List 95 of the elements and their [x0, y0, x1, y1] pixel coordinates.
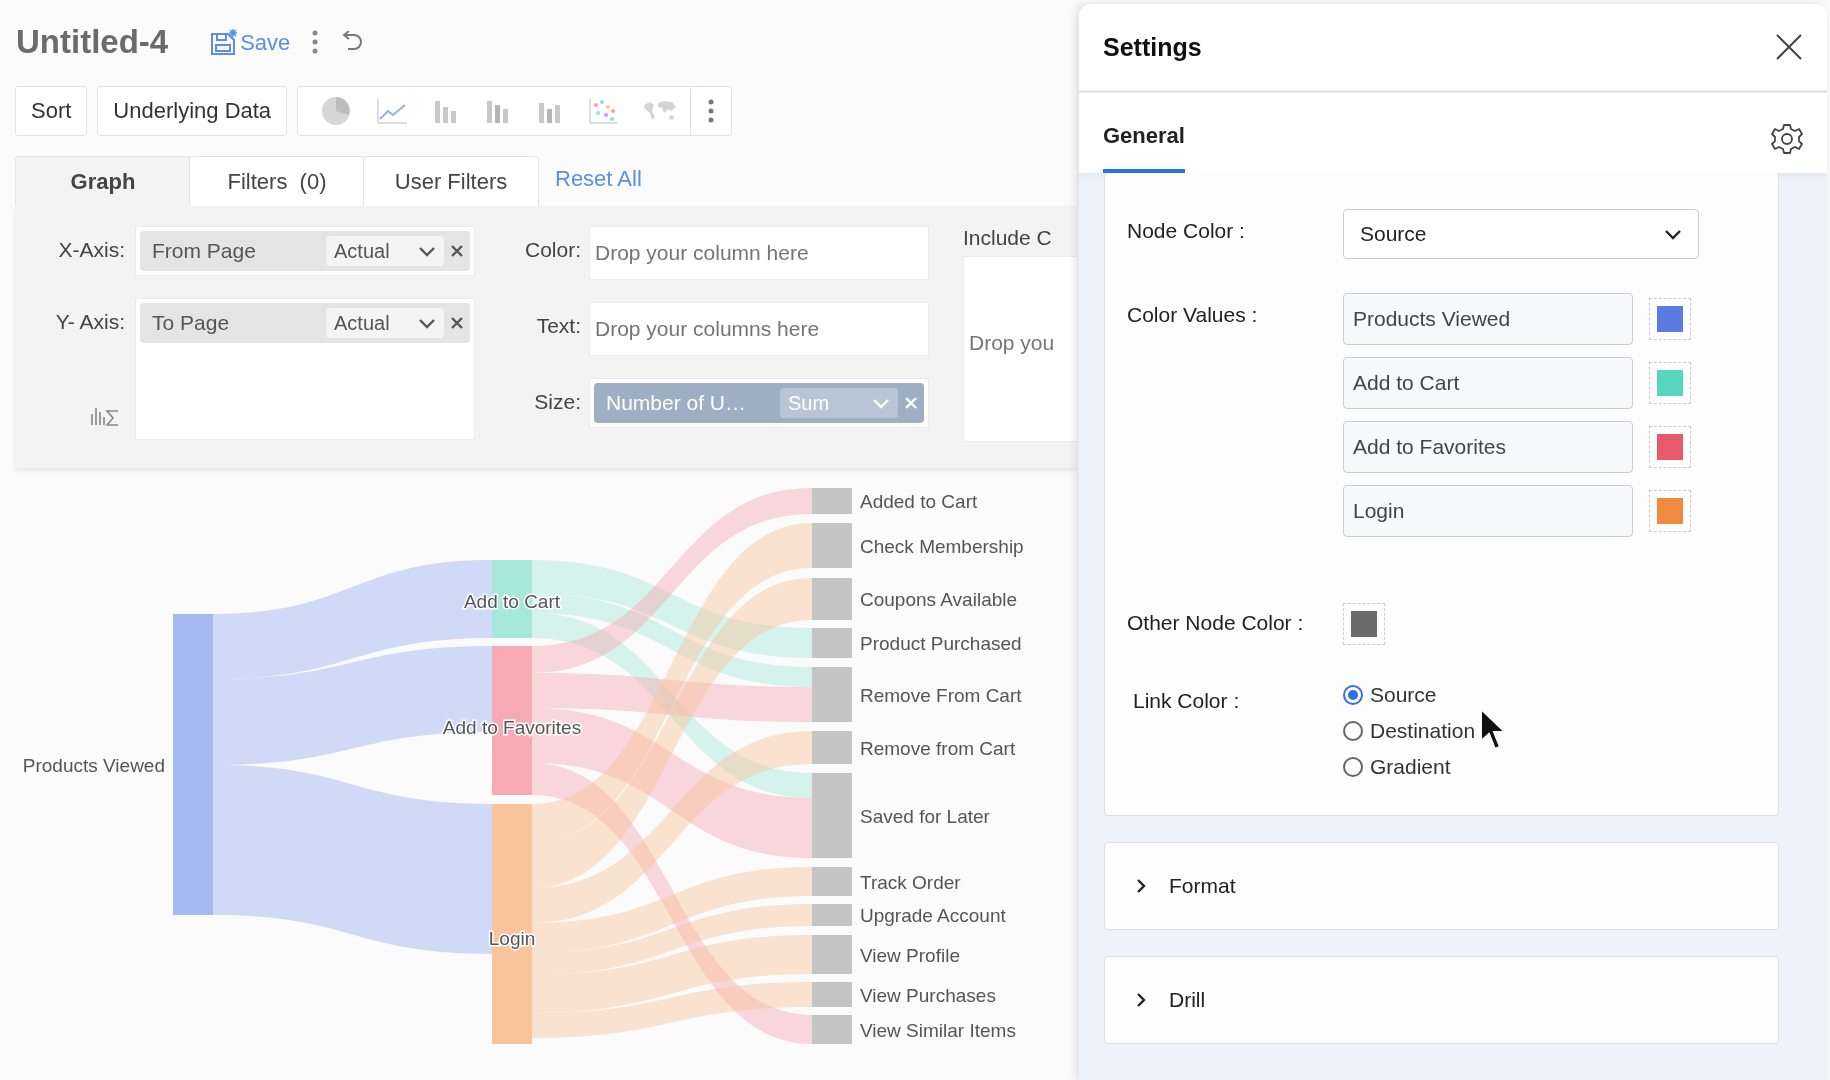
- collapsible-section[interactable]: Format: [1104, 842, 1779, 930]
- node-label: Remove from Cart: [860, 737, 1016, 759]
- chevron-right-icon: [1135, 992, 1147, 1008]
- node-label: Product Purchased: [860, 633, 1022, 654]
- other-node-color-label: Other Node Color :: [1127, 610, 1305, 635]
- text-label: Text:: [535, 313, 581, 339]
- sankey-node[interactable]: [812, 523, 852, 568]
- caret-icon: [418, 245, 436, 257]
- aggregate-dropdown[interactable]: Actual: [326, 308, 444, 338]
- sankey-node[interactable]: [173, 614, 213, 915]
- sankey-node[interactable]: [812, 628, 852, 658]
- y-axis-label: Y- Axis:: [55, 309, 125, 334]
- node-label: Upgrade Account: [860, 905, 1006, 926]
- y-axis-shelf[interactable]: To Page Actual: [135, 298, 475, 440]
- link-color-label: Link Color :: [1132, 688, 1241, 713]
- toolbar-button[interactable]: Underlying Data: [97, 86, 288, 136]
- aggregate-dropdown[interactable]: Actual: [326, 236, 444, 266]
- node-label: Added to Cart: [860, 491, 978, 512]
- color-swatch[interactable]: [1649, 426, 1691, 468]
- node-label: View Purchases: [860, 984, 996, 1006]
- sankey-node[interactable]: [812, 867, 852, 896]
- field-pill[interactable]: To Page Actual: [140, 303, 470, 343]
- node-label: Add to Favorites: [442, 717, 582, 738]
- color-value-field[interactable]: Login: [1343, 485, 1633, 537]
- field-name: To Page: [152, 311, 231, 335]
- sankey-node[interactable]: [812, 488, 852, 514]
- collapsible-section[interactable]: Drill: [1104, 956, 1779, 1044]
- sankey-node[interactable]: [812, 731, 852, 764]
- toolbar-button[interactable]: Sort: [15, 86, 88, 136]
- text-drop-field[interactable]: Drop your columns here: [589, 302, 929, 356]
- remove-icon[interactable]: [450, 244, 464, 258]
- sankey-node[interactable]: [812, 1015, 852, 1044]
- node-color-dropdown[interactable]: Source: [1343, 209, 1699, 259]
- save-icon: [210, 28, 239, 56]
- sankey-node[interactable]: [812, 935, 852, 974]
- aggregate-value: Actual: [334, 311, 390, 335]
- color-values-label: Color Values :: [1127, 302, 1259, 327]
- tab[interactable]: Filters (0): [189, 156, 365, 206]
- report-title: Untitled-4: [16, 23, 169, 61]
- field-name: From Page: [152, 239, 257, 263]
- color-swatch[interactable]: [1649, 490, 1691, 532]
- include-label: Include C: [963, 226, 1053, 250]
- node-label: Products Viewed: [22, 754, 165, 776]
- caret-icon: [418, 317, 436, 329]
- node-label: View Similar Items: [860, 1019, 1016, 1041]
- panel-title: Settings: [1103, 32, 1202, 62]
- pie-chart-icon[interactable]: [320, 95, 353, 127]
- color-swatch[interactable]: [1649, 362, 1691, 404]
- radio-option[interactable]: Source: [1343, 683, 1476, 707]
- color-swatch[interactable]: [1649, 298, 1691, 340]
- radio-option[interactable]: Destination: [1343, 719, 1476, 743]
- aggregate-value: Sum: [788, 391, 830, 415]
- tab[interactable]: Graph: [15, 156, 191, 206]
- line-chart-icon[interactable]: [376, 97, 409, 125]
- node-label: Track Order: [860, 871, 961, 893]
- sankey-node[interactable]: [812, 578, 852, 620]
- world-map-icon[interactable]: [642, 99, 679, 123]
- chevron-right-icon: [1135, 878, 1147, 894]
- color-value-field[interactable]: Add to Cart: [1343, 357, 1633, 409]
- size-label: Size:: [533, 389, 581, 415]
- sankey-node[interactable]: [812, 904, 852, 926]
- undo-icon[interactable]: [340, 31, 365, 53]
- more-icon[interactable]: [312, 30, 319, 54]
- node-label: Saved for Later: [860, 805, 990, 827]
- x-axis-label: X-Axis:: [57, 237, 125, 263]
- dropdown-value: Source: [1360, 222, 1427, 246]
- node-label: Login: [488, 928, 536, 949]
- caret-icon: [872, 397, 890, 409]
- close-icon: [1775, 33, 1803, 61]
- field-name: Number of U…: [606, 391, 748, 415]
- sankey-node[interactable]: [492, 804, 532, 1044]
- caret-icon: [1664, 228, 1682, 240]
- node-label: View Profile: [860, 944, 960, 966]
- tab[interactable]: User Filters: [363, 156, 539, 206]
- color-value-field[interactable]: Add to Favorites: [1343, 421, 1633, 473]
- aggregate-value: Actual: [334, 239, 390, 263]
- scatter-chart-icon[interactable]: [588, 97, 619, 125]
- remove-icon[interactable]: [450, 316, 464, 330]
- sankey-node[interactable]: [812, 982, 852, 1007]
- node-label: Check Membership: [860, 535, 1024, 557]
- node-label: Add to Cart: [463, 591, 561, 612]
- color-label: Color:: [523, 237, 581, 263]
- color-drop-field[interactable]: Drop your column here: [589, 226, 929, 280]
- sankey-node[interactable]: [812, 667, 852, 722]
- include-drop-field[interactable]: Drop you: [963, 256, 1077, 442]
- radio-option[interactable]: Gradient: [1343, 755, 1476, 779]
- more-icon[interactable]: [708, 99, 715, 123]
- node-color-label: Node Color :: [1127, 218, 1246, 243]
- color-value-field[interactable]: Products Viewed: [1343, 293, 1633, 345]
- node-label: Remove From Cart: [860, 684, 1022, 706]
- close-button[interactable]: [1775, 33, 1803, 61]
- node-label: Coupons Available: [860, 589, 1018, 610]
- sankey-node[interactable]: [812, 773, 852, 858]
- settings-icon[interactable]: [1771, 123, 1803, 155]
- color-swatch[interactable]: [1343, 603, 1385, 645]
